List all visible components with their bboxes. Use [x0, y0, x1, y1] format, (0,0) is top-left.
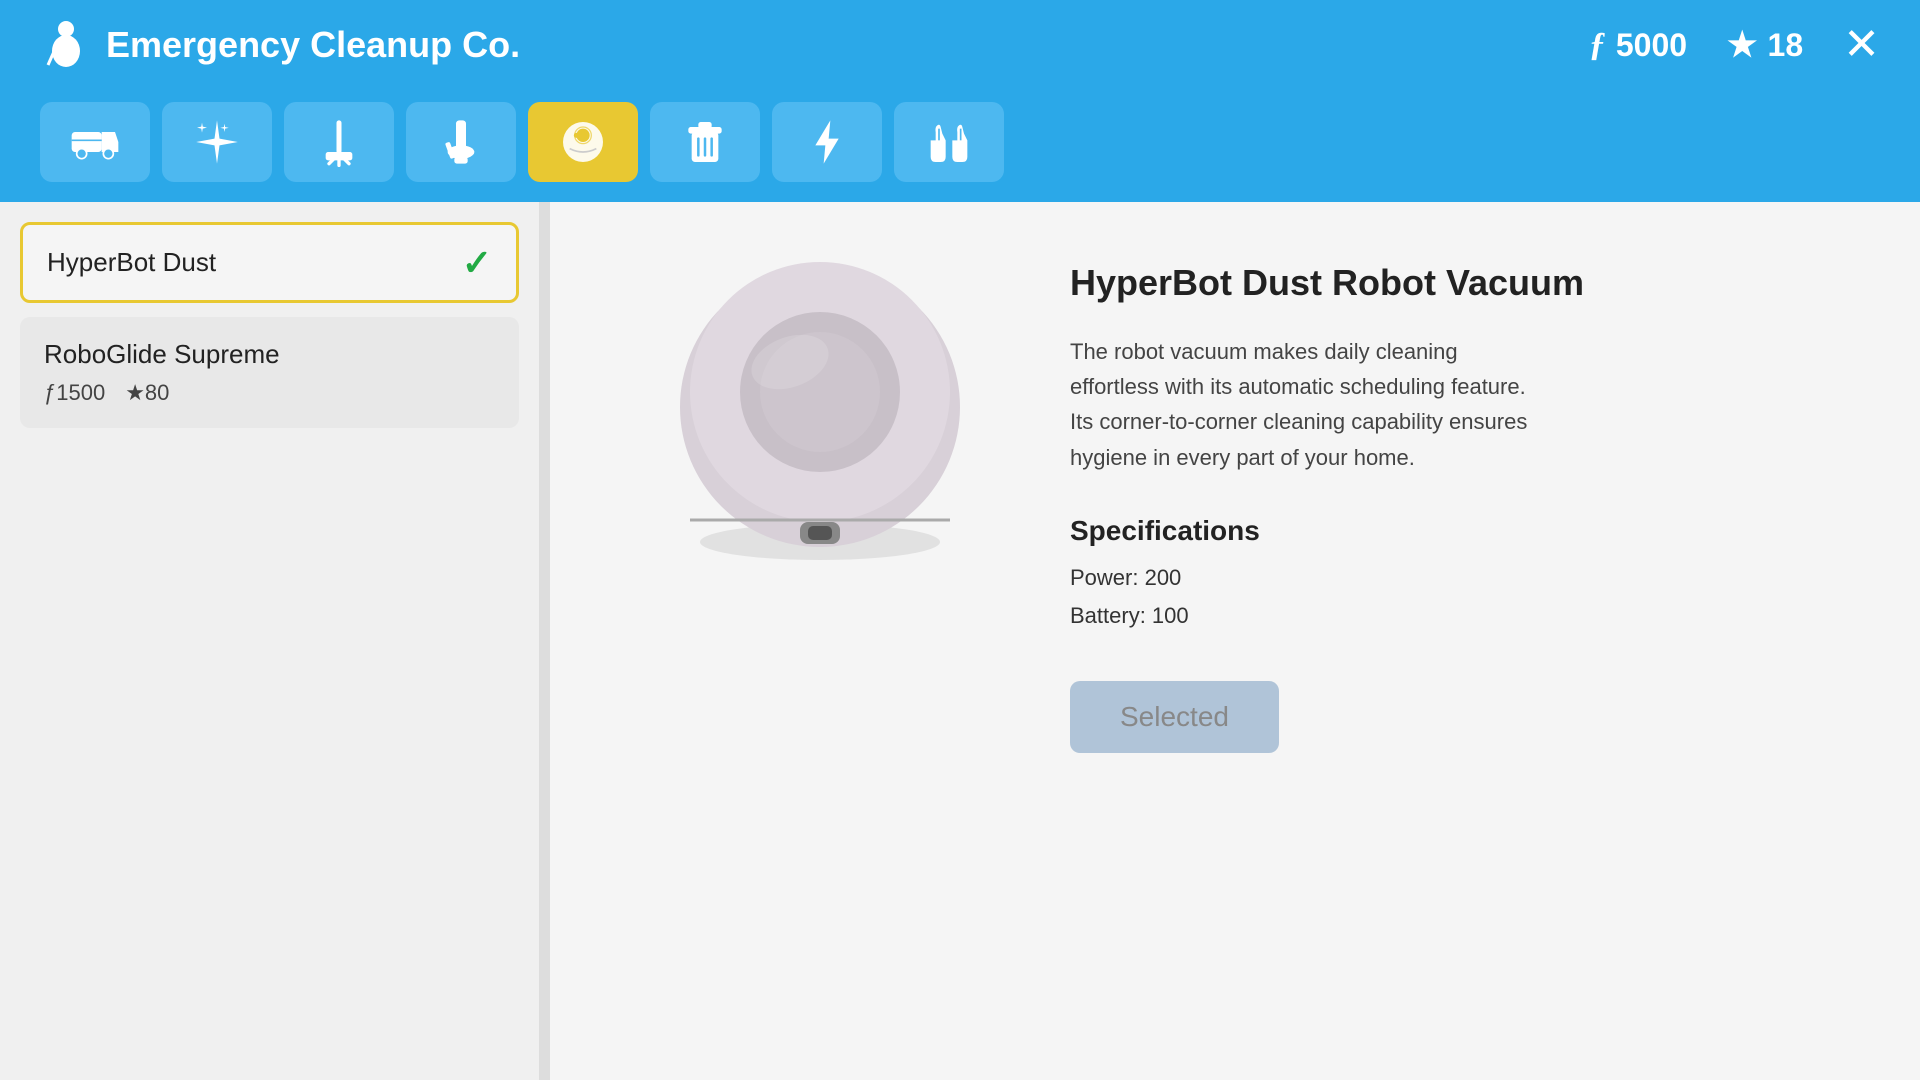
product-info: HyperBot Dust Robot Vacuum The robot vac…: [1070, 252, 1840, 753]
app-title: Emergency Cleanup Co.: [106, 24, 520, 66]
product-description: The robot vacuum makes daily cleaning ef…: [1070, 334, 1550, 475]
item-name-hyperbot: HyperBot Dust: [47, 247, 492, 278]
item-name-roboglide: RoboGlide Supreme: [44, 339, 495, 370]
toolbar-delivery-button[interactable]: [40, 102, 150, 182]
spec-battery: Battery: 100: [1070, 603, 1840, 629]
mop-icon: [314, 117, 364, 167]
toolbar: [0, 90, 1920, 202]
toolbar-upright-vacuum-button[interactable]: [406, 102, 516, 182]
toolbar-trash-button[interactable]: [650, 102, 760, 182]
toolbar-robot-vacuum-button[interactable]: [528, 102, 638, 182]
item-card-hyperbot[interactable]: HyperBot Dust ✓: [20, 222, 519, 303]
roboglide-stars: ★80: [125, 380, 169, 406]
header-stats: ƒ 5000 ★ 18 ✕: [1589, 23, 1880, 67]
gloves-icon: [924, 117, 974, 167]
app-logo: Emergency Cleanup Co.: [40, 19, 1569, 71]
toolbar-gloves-button[interactable]: [894, 102, 1004, 182]
logo-icon: [40, 19, 92, 71]
specs-title: Specifications: [1070, 515, 1840, 547]
star-icon: ★: [1727, 25, 1757, 65]
header: Emergency Cleanup Co. ƒ 5000 ★ 18 ✕: [0, 0, 1920, 90]
toolbar-lightning-button[interactable]: [772, 102, 882, 182]
product-image: [660, 252, 980, 572]
robot-vacuum-active-icon: [558, 117, 608, 167]
spec-power: Power: 200: [1070, 565, 1840, 591]
currency-amount: 5000: [1616, 27, 1687, 64]
star-stat: ★ 18: [1727, 25, 1803, 65]
roboglide-price: ƒ1500: [44, 380, 105, 406]
sparkle-icon: [192, 117, 242, 167]
main-content: HyperBot Dust ✓ RoboGlide Supreme ƒ1500 …: [0, 202, 1920, 1080]
upright-vacuum-icon: [436, 117, 486, 167]
selected-button[interactable]: Selected: [1070, 681, 1279, 753]
lightning-icon: [802, 117, 852, 167]
close-button[interactable]: ✕: [1843, 23, 1880, 67]
product-title: HyperBot Dust Robot Vacuum: [1070, 262, 1840, 304]
right-panel: HyperBot Dust Robot Vacuum The robot vac…: [550, 202, 1920, 1080]
delivery-icon: [70, 117, 120, 167]
panel-divider: [540, 202, 550, 1080]
toolbar-sparkle-button[interactable]: [162, 102, 272, 182]
currency-icon: ƒ: [1589, 26, 1606, 64]
product-detail: HyperBot Dust Robot Vacuum The robot vac…: [630, 252, 1840, 753]
trash-icon: [680, 117, 730, 167]
toolbar-mop-button[interactable]: [284, 102, 394, 182]
star-count: 18: [1768, 27, 1804, 64]
item-card-roboglide[interactable]: RoboGlide Supreme ƒ1500 ★80: [20, 317, 519, 428]
left-panel: HyperBot Dust ✓ RoboGlide Supreme ƒ1500 …: [0, 202, 540, 1080]
selected-checkmark: ✓: [462, 242, 492, 284]
currency-stat: ƒ 5000: [1589, 26, 1687, 64]
product-image-area: [630, 252, 1010, 572]
roboglide-stats: ƒ1500 ★80: [44, 380, 495, 406]
